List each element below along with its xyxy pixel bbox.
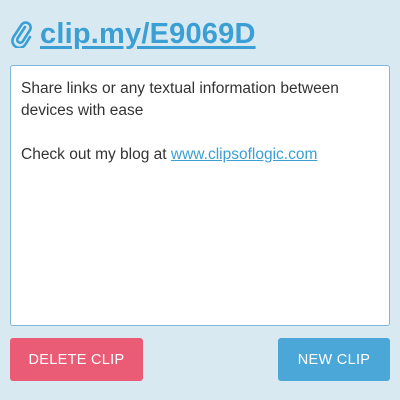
- delete-clip-button[interactable]: DELETE CLIP: [10, 338, 143, 381]
- clip-header: clip.my/E9069D: [10, 12, 256, 56]
- blog-link[interactable]: www.clipsoflogic.com: [171, 146, 317, 163]
- clip-text-blog-prefix: Check out my blog at: [21, 146, 171, 163]
- clip-text-blog-line: Check out my blog at www.clipsoflogic.co…: [21, 144, 379, 166]
- new-clip-button[interactable]: NEW CLIP: [278, 338, 390, 381]
- clip-url-link[interactable]: clip.my/E9069D: [40, 18, 256, 51]
- clip-text-line: Share links or any textual information b…: [21, 80, 339, 119]
- clip-text-area[interactable]: Share links or any textual information b…: [10, 65, 390, 326]
- paperclip-icon: [10, 20, 34, 50]
- clip-page: clip.my/E9069D Share links or any textua…: [0, 0, 400, 400]
